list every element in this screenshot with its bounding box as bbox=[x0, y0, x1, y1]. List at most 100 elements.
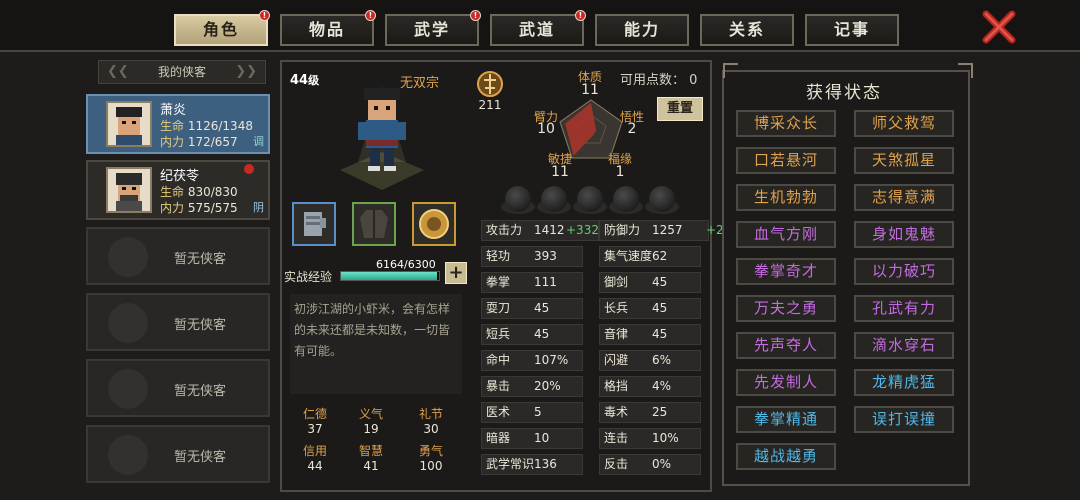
skill-slot[interactable] bbox=[613, 186, 639, 212]
status-buff[interactable]: 天煞孤星 bbox=[854, 147, 954, 174]
status-buff[interactable]: 滴水穿石 bbox=[854, 332, 954, 359]
avatar bbox=[106, 167, 152, 213]
tab-character[interactable]: 角色! bbox=[174, 10, 270, 46]
stat-value: 20% bbox=[534, 379, 561, 393]
medallion-icon bbox=[419, 209, 449, 239]
power-value: 211 bbox=[478, 98, 502, 112]
attr-constitution-value: 11 bbox=[581, 82, 599, 98]
stat-row: 闪避 6% bbox=[599, 350, 701, 371]
character-sprite bbox=[340, 86, 424, 190]
notification-dot: ! bbox=[575, 10, 586, 21]
empty-avatar-icon bbox=[108, 435, 148, 475]
virtue-stat: 义气 19 bbox=[358, 407, 383, 436]
status-buff[interactable]: 身如鬼魅 bbox=[854, 221, 954, 248]
stat-value: 136 bbox=[534, 457, 557, 471]
status-buff[interactable]: 拳掌精通 bbox=[736, 406, 836, 433]
equip-slot-armor[interactable] bbox=[352, 202, 396, 246]
hero-list-header: ❮❮ 我的侠客 ❯❯ bbox=[98, 60, 266, 84]
stat-value: 10 bbox=[534, 431, 550, 445]
tab-items[interactable]: 物品! bbox=[280, 10, 376, 46]
status-buff[interactable]: 孔武有力 bbox=[854, 295, 954, 322]
status-buff[interactable]: 口若悬河 bbox=[736, 147, 836, 174]
exp-value: 6164/6300 bbox=[376, 258, 436, 271]
skill-slot[interactable] bbox=[649, 186, 675, 212]
virtue-stat: 信用 44 bbox=[302, 444, 327, 473]
stat-value: 45 bbox=[534, 301, 550, 315]
equip-slot-accessory[interactable] bbox=[412, 202, 456, 246]
add-exp-button[interactable]: + bbox=[445, 262, 467, 284]
stat-name: 音律 bbox=[604, 327, 629, 341]
tab-martial-arts[interactable]: 武学! bbox=[385, 10, 481, 46]
robe-icon bbox=[360, 210, 388, 238]
status-buff[interactable]: 以力破巧 bbox=[854, 258, 954, 285]
tab-martial-way[interactable]: 武道! bbox=[490, 10, 586, 46]
hero-mp: 内力 575/575 bbox=[160, 201, 238, 215]
gauntlet-icon bbox=[304, 212, 326, 236]
skill-slot[interactable] bbox=[505, 186, 531, 212]
status-buff[interactable]: 志得意满 bbox=[854, 184, 954, 211]
stat-value: 1257 bbox=[652, 223, 683, 237]
status-buff[interactable]: 生机勃勃 bbox=[736, 184, 836, 211]
stat-name: 防御力 bbox=[604, 223, 641, 237]
tab-abilities[interactable]: 能力 bbox=[595, 14, 689, 46]
stat-value: 45 bbox=[534, 327, 550, 341]
stat-row: 拳掌 111 bbox=[481, 272, 583, 293]
character-description: 初涉江湖的小虾米，会有怎样的未来还都是未知数，一切皆有可能。 bbox=[290, 294, 462, 394]
empty-hero-slot[interactable]: 暂无侠客 bbox=[86, 425, 270, 483]
stat-name: 格挡 bbox=[604, 379, 629, 393]
stat-row: 御剑 45 bbox=[599, 272, 701, 293]
stat-value: 111 bbox=[534, 275, 557, 289]
empty-avatar-icon bbox=[108, 369, 148, 409]
status-buff[interactable]: 先声夺人 bbox=[736, 332, 836, 359]
status-buff[interactable]: 越战越勇 bbox=[736, 443, 836, 470]
stat-name: 拳掌 bbox=[486, 275, 511, 289]
stat-value: 6% bbox=[652, 353, 672, 367]
stat-name: 暴击 bbox=[486, 379, 511, 393]
stat-value: 393 bbox=[534, 249, 557, 263]
reset-button[interactable]: 重置 bbox=[657, 97, 703, 121]
status-buff[interactable]: 血气方刚 bbox=[736, 221, 836, 248]
notification-dot: ! bbox=[365, 10, 376, 21]
hero-hp: 生命 830/830 bbox=[160, 185, 238, 199]
stat-row: 暗器 10 bbox=[481, 428, 583, 449]
status-buff[interactable]: 龙精虎猛 bbox=[854, 369, 954, 396]
empty-hero-slot[interactable]: 暂无侠客 bbox=[86, 293, 270, 351]
stat-row: 长兵 45 bbox=[599, 298, 701, 319]
notification-dot: ! bbox=[470, 10, 481, 21]
status-buff[interactable]: 先发制人 bbox=[736, 369, 836, 396]
stat-row: 反击 0% bbox=[599, 454, 701, 475]
character-level: 44级 bbox=[290, 73, 320, 88]
stat-name: 短兵 bbox=[486, 327, 511, 341]
chevron-right-icon[interactable]: ❯❯ bbox=[235, 61, 257, 83]
equip-slot-gloves[interactable] bbox=[292, 202, 336, 246]
status-buff[interactable]: 师父救驾 bbox=[854, 110, 954, 137]
hero-card-xiaoyan[interactable]: 萧炎 生命 1126/1348 内力 172/657 调 bbox=[86, 94, 270, 154]
hero-mp: 内力 172/657 bbox=[160, 135, 238, 149]
stat-value: 1412 bbox=[534, 223, 565, 237]
empty-hero-slot[interactable]: 暂无侠客 bbox=[86, 227, 270, 285]
status-buff[interactable]: 万夫之勇 bbox=[736, 295, 836, 322]
stat-value: 107% bbox=[534, 353, 569, 367]
hero-card-jifuling[interactable]: 纪茯苓 生命 830/830 内力 575/575 阴 bbox=[86, 160, 270, 220]
stat-name: 耍刀 bbox=[486, 301, 511, 315]
stat-bonus: +332 bbox=[566, 223, 599, 237]
stat-row: 暴击 20% bbox=[481, 376, 583, 397]
stat-name: 毒术 bbox=[604, 405, 629, 419]
empty-hero-slot[interactable]: 暂无侠客 bbox=[86, 359, 270, 417]
stat-value: 4% bbox=[652, 379, 672, 393]
skill-slot[interactable] bbox=[541, 186, 567, 212]
notification-dot bbox=[244, 164, 254, 174]
stat-row: 轻功 393 bbox=[481, 246, 583, 267]
status-buff[interactable]: 拳掌奇才 bbox=[736, 258, 836, 285]
chevron-left-icon[interactable]: ❮❮ bbox=[107, 61, 129, 83]
exp-label: 实战经验 bbox=[284, 270, 333, 284]
skill-slot[interactable] bbox=[577, 186, 603, 212]
tab-relations[interactable]: 关系 bbox=[700, 14, 794, 46]
status-buff[interactable]: 误打误撞 bbox=[854, 406, 954, 433]
stat-row: 短兵 45 bbox=[481, 324, 583, 345]
stat-name: 连击 bbox=[604, 431, 629, 445]
virtue-stat: 礼节 30 bbox=[418, 407, 443, 436]
status-buff[interactable]: 博采众长 bbox=[736, 110, 836, 137]
close-icon[interactable] bbox=[982, 10, 1016, 44]
tab-journal[interactable]: 记事 bbox=[805, 14, 899, 46]
